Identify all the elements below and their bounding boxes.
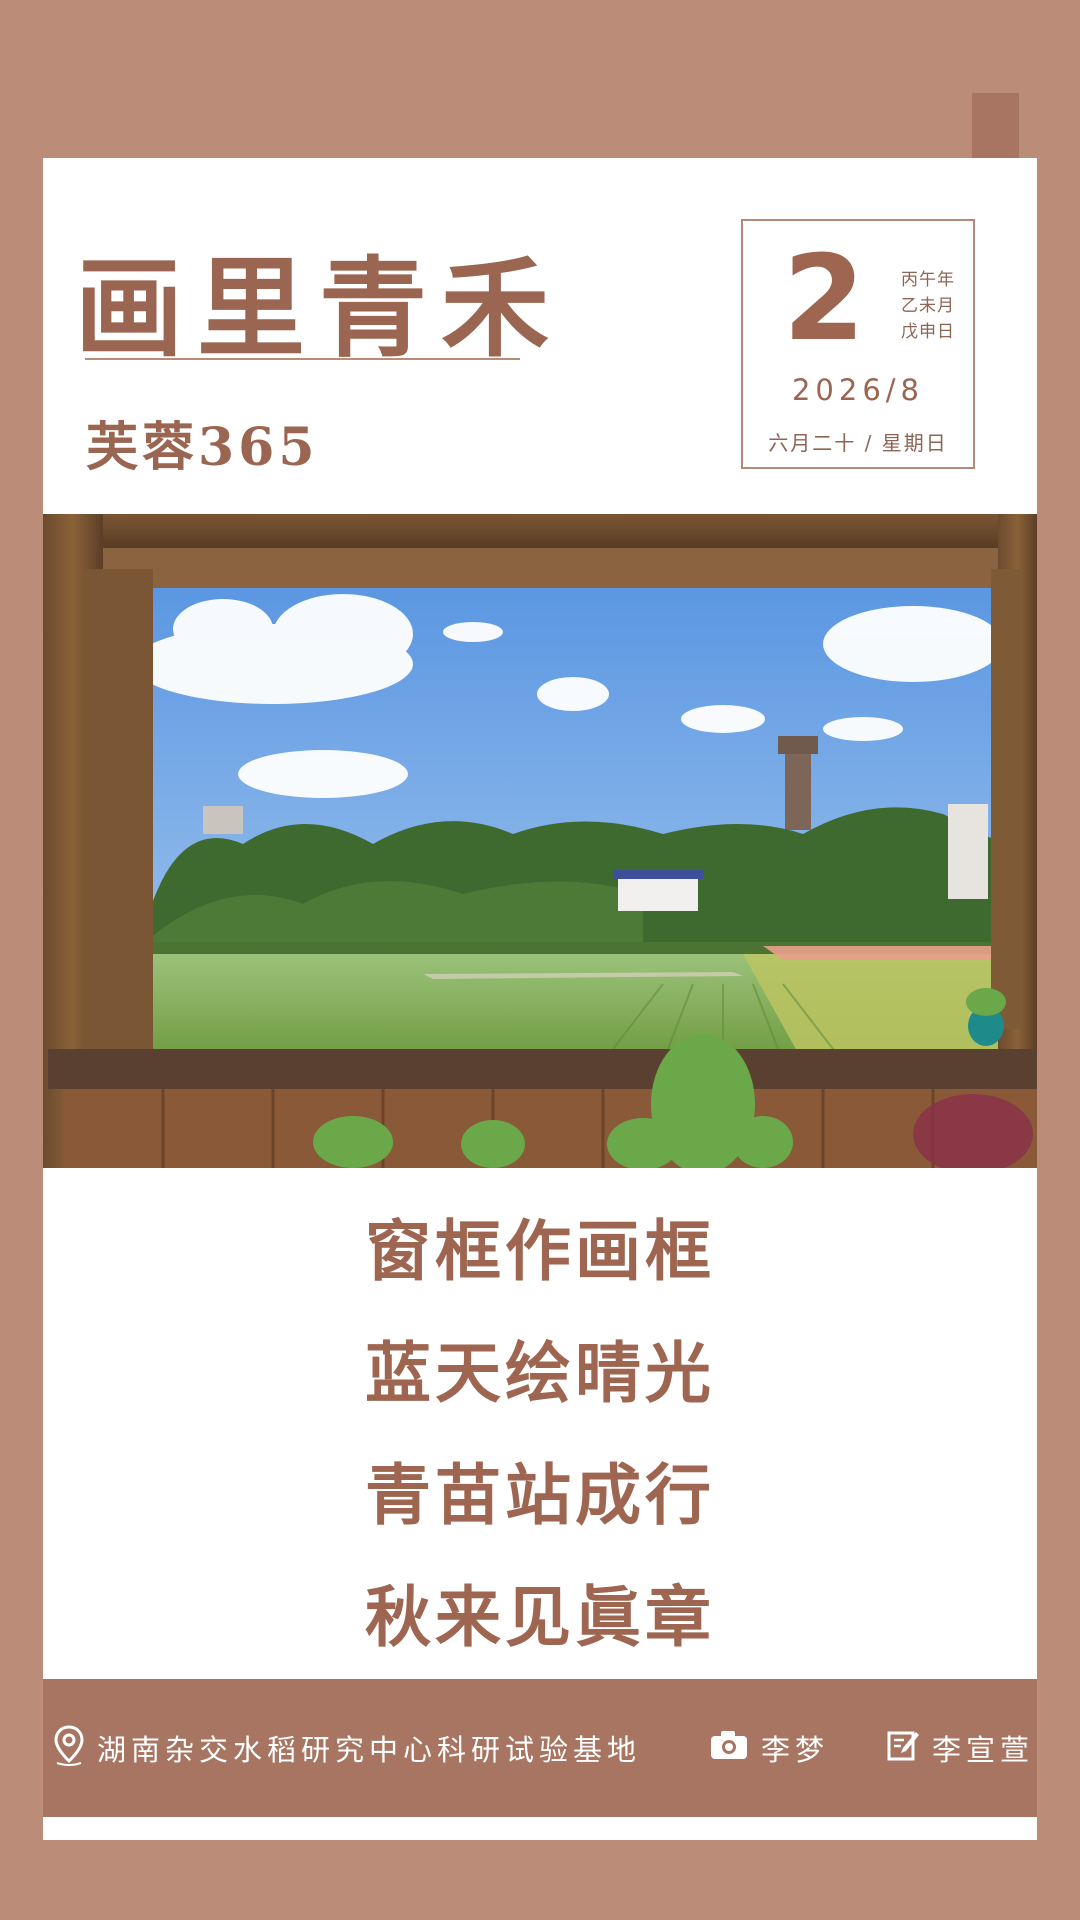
- date-box: 2 丙午年 乙未月 戊申日 2026/8 六月二十 / 星期日: [741, 219, 975, 469]
- paddy-window-photo: [43, 514, 1037, 1168]
- poem-line-1: 窗框作画框: [365, 1212, 715, 1290]
- writer-credit: 李宣萱: [886, 1679, 1034, 1817]
- credits-bar: 湖南杂交水稻研究中心科研试验基地 李梦 李宣萱: [43, 1679, 1037, 1817]
- location-pin-icon: [53, 1724, 97, 1773]
- lunar-calendar: 丙午年 乙未月 戊申日: [901, 267, 955, 345]
- edit-icon: [886, 1728, 932, 1769]
- day-number: 2: [783, 229, 866, 367]
- camera-icon: [709, 1729, 761, 1768]
- poem-line-4: 秋来见眞章: [365, 1578, 715, 1656]
- title-divider: [85, 358, 520, 360]
- lunar-month: 乙未月: [901, 296, 955, 316]
- poem-line-3: 青苗站成行: [365, 1456, 715, 1534]
- year-month: 2026/8: [791, 373, 925, 407]
- brand-label: 芙蓉365: [86, 417, 319, 478]
- writer-name: 李宣萱: [932, 1733, 1035, 1767]
- lunar-day: 戊申日: [901, 322, 955, 342]
- location-credit: 湖南杂交水稻研究中心科研试验基地: [53, 1679, 641, 1817]
- page-title: 画里青禾: [75, 246, 564, 372]
- lunar-date-weekday: 六月二十 / 星期日: [768, 431, 948, 455]
- location-text: 湖南杂交水稻研究中心科研试验基地: [97, 1733, 642, 1767]
- photographer-credit: 李梦: [709, 1679, 829, 1817]
- photographer-name: 李梦: [761, 1733, 830, 1767]
- poem-line-2: 蓝天绘晴光: [365, 1334, 715, 1412]
- poem: 窗框作画框 蓝天绘晴光 青苗站成行 秋来见眞章: [0, 1190, 1080, 1678]
- photo: [43, 514, 1037, 1168]
- lunar-year: 丙午年: [901, 270, 955, 290]
